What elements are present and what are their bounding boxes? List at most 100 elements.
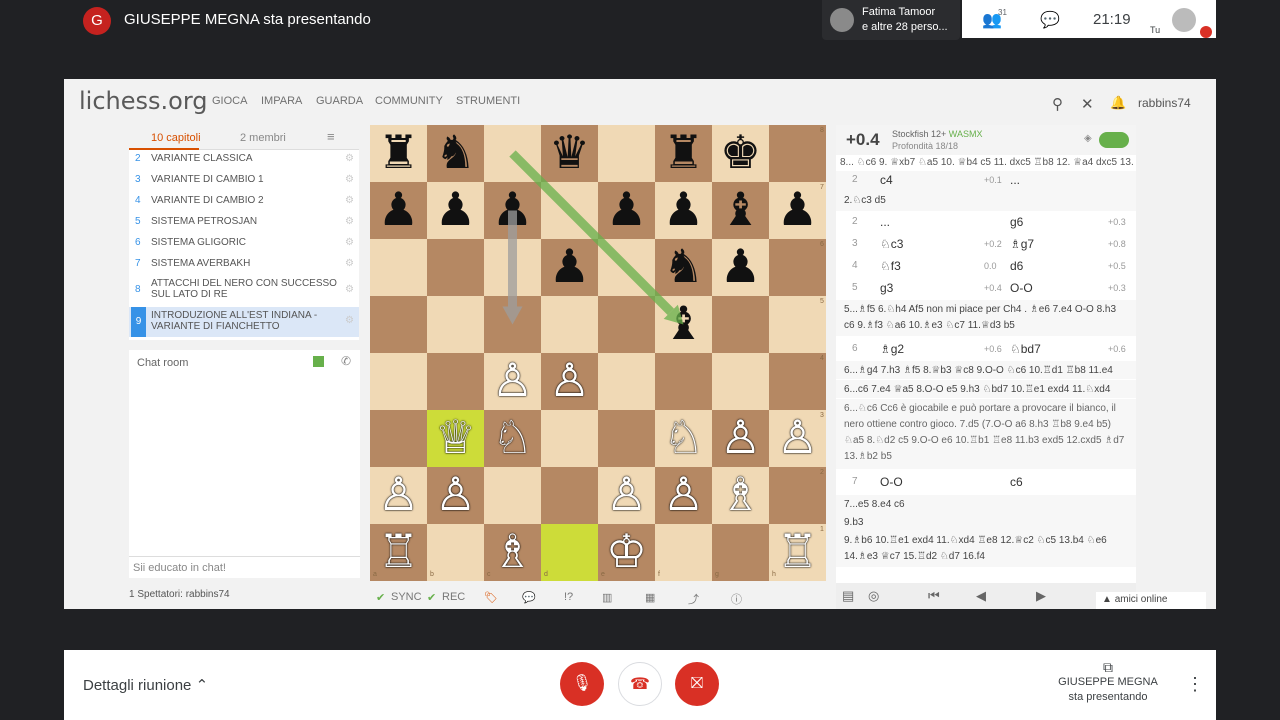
square-h5[interactable]: [769, 296, 826, 353]
square-a3[interactable]: [370, 410, 427, 467]
hang-up-button[interactable]: ☎: [618, 662, 662, 706]
piece-b2[interactable]: ♙: [427, 467, 484, 524]
chapter-item[interactable]: 8 ATTACCHI DEL NERO CON SUCCESSO SUL LATO…: [129, 276, 359, 306]
tab-chapters[interactable]: 10 capitoli: [151, 132, 201, 144]
nav-community[interactable]: COMMUNITY: [375, 95, 443, 107]
square-e3[interactable]: [598, 410, 655, 467]
square-d7[interactable]: [541, 182, 598, 239]
square-f1[interactable]: [655, 524, 712, 581]
piece-f7[interactable]: ♟: [655, 182, 712, 239]
nav-strumenti[interactable]: STRUMENTI: [456, 95, 520, 107]
tag-icon[interactable]: 🏷: [484, 591, 498, 604]
square-f4[interactable]: [655, 353, 712, 410]
nav-guarda[interactable]: GUARDA: [316, 95, 363, 107]
username[interactable]: rabbins74: [1138, 96, 1191, 110]
square-d5[interactable]: [541, 296, 598, 353]
piece-a2[interactable]: ♙: [370, 467, 427, 524]
move-row[interactable]: 3 ♘c3 +0.2 ♗g7 +0.8: [836, 235, 1136, 255]
principal-variation[interactable]: 8... ♘c6 9. ♕xb7 ♘a5 10. ♕b4 c5 11. dxc5…: [836, 157, 1136, 168]
square-g5[interactable]: [712, 296, 769, 353]
move-comment[interactable]: 6...c6 7.e4 ♕a5 8.O-O e5 9.h3 ♘bd7 10.♖e…: [836, 380, 1136, 398]
piece-d4[interactable]: ♙: [541, 353, 598, 410]
move-row[interactable]: 2... g6 +0.3: [836, 213, 1136, 233]
piece-g3[interactable]: ♙: [712, 410, 769, 467]
square-e8[interactable]: [598, 125, 655, 182]
participants-chip[interactable]: Fatima Tamoor e altre 28 perso...: [822, 0, 960, 40]
square-e6[interactable]: [598, 239, 655, 296]
more-options-icon[interactable]: ⋮: [1186, 674, 1204, 695]
camera-off-button[interactable]: ⛝: [675, 662, 719, 706]
square-g4[interactable]: [712, 353, 769, 410]
first-move-icon[interactable]: ⏮: [928, 588, 940, 604]
square-a6[interactable]: [370, 239, 427, 296]
piece-c3[interactable]: ♘: [484, 410, 541, 467]
bell-icon[interactable]: 🔔: [1110, 95, 1126, 111]
chapter-item[interactable]: 4 VARIANTE DI CAMBIO 2 ⚙: [129, 192, 359, 212]
square-b1[interactable]: [427, 524, 484, 581]
chapter-item[interactable]: 5 SISTEMA PETROSJAN ⚙: [129, 213, 359, 233]
presenting-info[interactable]: ⧉ GIUSEPPE MEGNA sta presentando: [1044, 660, 1172, 705]
square-b6[interactable]: [427, 239, 484, 296]
chapter-item[interactable]: 2 VARIANTE CLASSICA ⚙: [129, 150, 359, 170]
square-b5[interactable]: [427, 296, 484, 353]
piece-b3[interactable]: ♕: [427, 410, 484, 467]
tab-members[interactable]: 2 membri: [240, 132, 286, 144]
move-row[interactable]: 5 g3 +0.4 O-O +0.3: [836, 279, 1136, 299]
piece-b8[interactable]: ♞: [427, 125, 484, 182]
piece-g6[interactable]: ♟: [712, 239, 769, 296]
move-row[interactable]: 4 ♘f3 0.0 d6 +0.5: [836, 257, 1136, 277]
piece-f3[interactable]: ♘: [655, 410, 712, 467]
piece-a1[interactable]: ♖: [370, 524, 427, 581]
chapter-item[interactable]: 3 VARIANTE DI CAMBIO 1 ⚙: [129, 171, 359, 191]
square-h4[interactable]: [769, 353, 826, 410]
mic-off-button[interactable]: 🎙: [560, 662, 604, 706]
move-row[interactable]: 2 c4 +0.1...: [836, 171, 1136, 191]
piece-d8[interactable]: ♛: [541, 125, 598, 182]
chapter-item[interactable]: 6 SISTEMA GLIGORIC ⚙: [129, 234, 359, 254]
piece-e7[interactable]: ♟: [598, 182, 655, 239]
square-d1[interactable]: [541, 524, 598, 581]
move-comment[interactable]: 5...♗f5 6.♘h4 Af5 non mi piace per Ch4 .…: [836, 300, 1136, 336]
chapter-item-selected[interactable]: 9 INTRODUZIONE ALL'EST INDIANA - VARIANTE…: [129, 307, 359, 337]
piece-g7[interactable]: ♝: [712, 182, 769, 239]
close-icon[interactable]: ✕: [1081, 95, 1094, 113]
piece-g2[interactable]: ♗: [712, 467, 769, 524]
meeting-details-button[interactable]: Dettagli riunione ⌃: [83, 676, 208, 694]
self-avatar[interactable]: [1172, 8, 1196, 32]
piece-f8[interactable]: ♜: [655, 125, 712, 182]
chat-input[interactable]: Sii educato in chat!: [129, 556, 360, 578]
engine-toggle[interactable]: [1099, 132, 1129, 148]
next-move-icon[interactable]: ▶: [1036, 588, 1046, 604]
square-h2[interactable]: [769, 467, 826, 524]
piece-c1[interactable]: ♗: [484, 524, 541, 581]
square-c6[interactable]: [484, 239, 541, 296]
move-comment[interactable]: 9.b3: [836, 513, 1136, 531]
square-d2[interactable]: [541, 467, 598, 524]
piece-a7[interactable]: ♟: [370, 182, 427, 239]
piece-f2[interactable]: ♙: [655, 467, 712, 524]
grid-icon[interactable]: ▦: [645, 591, 655, 604]
piece-h3[interactable]: ♙: [769, 410, 826, 467]
square-h6[interactable]: [769, 239, 826, 296]
piece-h1[interactable]: ♖: [769, 524, 826, 581]
square-h8[interactable]: [769, 125, 826, 182]
piece-b7[interactable]: ♟: [427, 182, 484, 239]
lichess-logo[interactable]: lichess.org: [79, 87, 208, 115]
square-e4[interactable]: [598, 353, 655, 410]
target-icon[interactable]: ◈: [1084, 133, 1092, 144]
square-b4[interactable]: [427, 353, 484, 410]
piece-e1[interactable]: ♔: [598, 524, 655, 581]
prev-move-icon[interactable]: ◀: [976, 588, 986, 604]
piece-g8[interactable]: ♚: [712, 125, 769, 182]
nav-impara[interactable]: IMPARA: [261, 95, 302, 107]
move-row[interactable]: 6 ♗g2 +0.6 ♘bd7 +0.6: [836, 340, 1136, 360]
piece-d6[interactable]: ♟: [541, 239, 598, 296]
piece-h7[interactable]: ♟: [769, 182, 826, 239]
chess-board[interactable]: ♜ ♞ ♛ ♜ ♚ ♟ ♟ ♟ ♟ ♟ ♝ ♟ ♟ ♞ ♟ ♝ ♙ ♙ ♕ ♘ ♘ ♙ ♙ ♙ ♙ ♙ ♙ ♗ ♖ ♗ ♔ ♖ 8 7 6 5 4 3 2 1…: [370, 125, 826, 581]
move-comment[interactable]: 7...e5 8.e4 c6: [836, 495, 1136, 513]
target-icon[interactable]: ◎: [868, 588, 879, 604]
piece-f5[interactable]: ♝: [655, 296, 712, 353]
square-c8[interactable]: [484, 125, 541, 182]
square-a5[interactable]: [370, 296, 427, 353]
book-icon[interactable]: ▤: [842, 588, 854, 604]
